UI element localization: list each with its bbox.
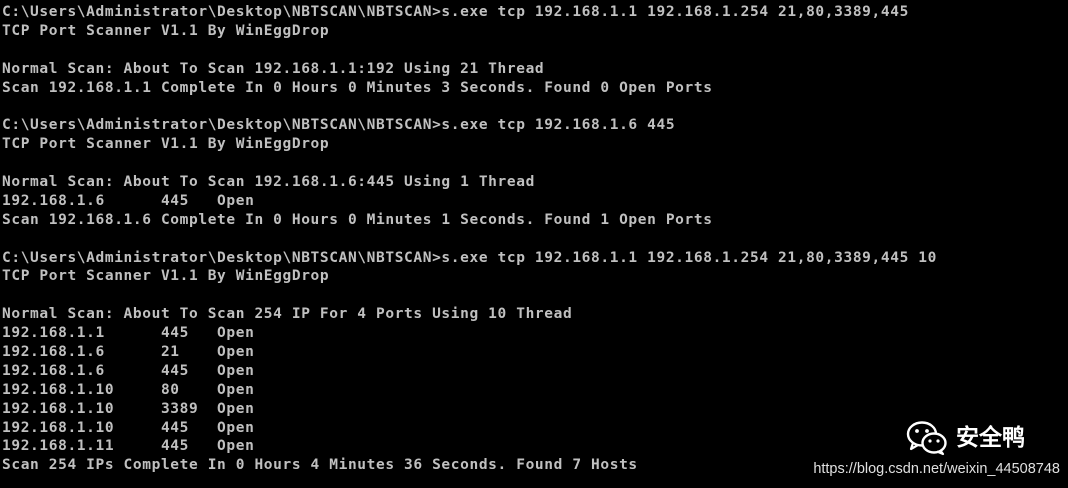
console-line: Normal Scan: About To Scan 192.168.1.6:4… xyxy=(2,174,535,191)
console-line: 192.168.1.6 445 Open xyxy=(2,362,255,379)
console-output[interactable]: C:\Users\Administrator\Desktop\NBTSCAN\N… xyxy=(2,3,1066,483)
console-line: 192.168.1.10 3389 Open xyxy=(2,400,255,417)
console-line: TCP Port Scanner V1.1 By WinEggDrop xyxy=(2,22,330,39)
console-line: 192.168.1.1 445 Open xyxy=(2,325,255,342)
console-line: 192.168.1.6 21 Open xyxy=(2,344,255,361)
watermark-brand-text: 安全鸭 xyxy=(956,425,1025,451)
watermark-url: https://blog.csdn.net/weixin_44508748 xyxy=(813,461,1060,477)
wechat-icon xyxy=(906,420,948,456)
console-line: Scan 192.168.1.1 Complete In 0 Hours 0 M… xyxy=(2,79,713,96)
console-line: C:\Users\Administrator\Desktop\NBTSCAN\N… xyxy=(2,117,676,134)
console-line: 192.168.1.10 80 Open xyxy=(2,381,255,398)
console-line: TCP Port Scanner V1.1 By WinEggDrop xyxy=(2,136,330,153)
watermark-brand: 安全鸭 xyxy=(906,420,1025,456)
console-line: Normal Scan: About To Scan 254 IP For 4 … xyxy=(2,306,573,323)
console-line: C:\Users\Administrator\Desktop\NBTSCAN\N… xyxy=(2,249,937,266)
console-line: C:\Users\Administrator\Desktop\NBTSCAN\N… xyxy=(2,4,909,20)
console-line: TCP Port Scanner V1.1 By WinEggDrop xyxy=(2,268,330,285)
console-line: Scan 192.168.1.6 Complete In 0 Hours 0 M… xyxy=(2,211,713,228)
console-line: Normal Scan: About To Scan 192.168.1.1:1… xyxy=(2,60,545,77)
console-line: 192.168.1.6 445 Open xyxy=(2,192,255,209)
